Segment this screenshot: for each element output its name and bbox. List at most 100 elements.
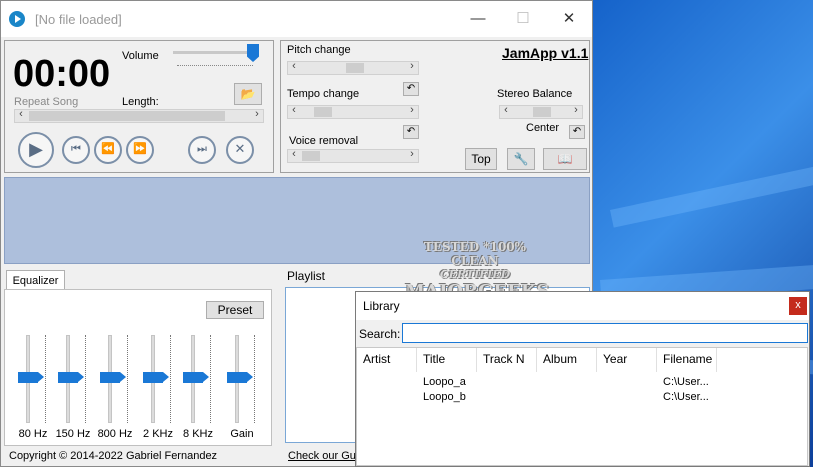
pitch-left-arrow[interactable]: ‹ bbox=[288, 60, 300, 72]
voice-label: Voice removal bbox=[289, 135, 359, 147]
voice-slider[interactable]: ‹ › bbox=[287, 148, 419, 163]
eq-slider-thumb[interactable] bbox=[18, 372, 44, 383]
tempo-left-arrow[interactable]: ‹ bbox=[288, 104, 300, 116]
seek-right-arrow[interactable]: › bbox=[251, 108, 263, 120]
seek-thumb[interactable] bbox=[29, 111, 225, 121]
stereo-thumb[interactable] bbox=[533, 107, 551, 117]
column-header[interactable]: Year bbox=[597, 348, 657, 372]
tempo-slider[interactable]: ‹ › bbox=[287, 104, 419, 119]
wrench-icon: 🔧 bbox=[513, 152, 529, 166]
eq-slider-thumb[interactable] bbox=[227, 372, 253, 383]
seek-left-arrow[interactable]: ‹ bbox=[15, 108, 27, 120]
book-icon: 📖 bbox=[557, 152, 573, 166]
help-button[interactable]: 📖 bbox=[543, 148, 587, 170]
library-body: Search: Artist Title Track N Album Year Filen… bbox=[356, 320, 809, 466]
tab-equalizer[interactable]: Equalizer bbox=[6, 270, 65, 290]
voice-thumb[interactable] bbox=[302, 151, 320, 161]
column-header[interactable]: Title bbox=[417, 348, 477, 372]
settings-button[interactable]: 🔧 bbox=[507, 148, 535, 170]
top-button[interactable]: Top bbox=[465, 148, 497, 170]
column-header[interactable]: Filename bbox=[657, 348, 717, 372]
title-cell: Loopo_a bbox=[423, 376, 466, 388]
folder-icon: 📂 bbox=[240, 87, 256, 101]
library-title-bar: Library x bbox=[356, 292, 809, 320]
skip-end-button[interactable]: ⏭ bbox=[188, 136, 216, 164]
library-title: Library bbox=[363, 299, 400, 313]
pitch-slider[interactable]: ‹ › bbox=[287, 60, 419, 75]
eq-slider-thumb[interactable] bbox=[183, 372, 209, 383]
eq-band-label: 2 KHz bbox=[143, 428, 173, 440]
library-list[interactable]: Artist Title Track N Album Year Filename Loop… bbox=[356, 347, 808, 466]
guide-link[interactable]: Check our Gui bbox=[288, 450, 358, 462]
close-button[interactable]: ✕ bbox=[554, 7, 584, 31]
search-label: Search: bbox=[359, 327, 401, 341]
rewind-icon: ⏪ bbox=[101, 143, 115, 155]
voice-right-arrow[interactable]: › bbox=[406, 148, 418, 160]
play-icon: ▶ bbox=[29, 139, 43, 159]
open-folder-button[interactable]: 📂 bbox=[234, 83, 262, 105]
search-input[interactable] bbox=[402, 323, 808, 343]
fast-forward-button[interactable]: ⏩ bbox=[126, 136, 154, 164]
controls-panel: Pitch change ‹ › JamApp v1.1 Tempo chang… bbox=[280, 40, 590, 173]
repeat-song-label[interactable]: Repeat Song bbox=[14, 96, 78, 108]
list-item[interactable]: Loopo_a C:\User... bbox=[357, 376, 807, 391]
watermark-line1: TESTED *100% CLEAN bbox=[423, 240, 527, 268]
maximize-button[interactable]: ☐ bbox=[508, 7, 538, 31]
volume-slider-track[interactable] bbox=[173, 51, 259, 54]
pitch-label: Pitch change bbox=[287, 44, 351, 56]
library-window: Library x Search: Artist Title Track N Albu… bbox=[355, 291, 810, 467]
play-button[interactable]: ▶ bbox=[18, 132, 54, 168]
tempo-thumb[interactable] bbox=[314, 107, 332, 117]
column-header[interactable]: Album bbox=[537, 348, 597, 372]
eq-slider-thumb[interactable] bbox=[100, 372, 126, 383]
time-display: 00:00 bbox=[13, 53, 111, 95]
skip-start-icon: ⏮ bbox=[71, 143, 81, 155]
eq-band-label: 8 KHz bbox=[183, 428, 213, 440]
brand-label: JamApp v1.1 bbox=[502, 45, 589, 61]
stop-button[interactable]: ✕ bbox=[226, 136, 254, 164]
rewind-button[interactable]: ⏪ bbox=[94, 136, 122, 164]
app-icon bbox=[9, 11, 25, 27]
column-header[interactable]: Artist bbox=[357, 348, 417, 372]
filename-cell: C:\User... bbox=[663, 376, 709, 388]
minimize-button[interactable]: — bbox=[463, 7, 493, 31]
volume-slider-thumb[interactable] bbox=[247, 44, 259, 62]
close-x-icon: ✕ bbox=[234, 141, 246, 156]
watermark-line2: CERTIFIED bbox=[439, 268, 511, 281]
eq-band-label: Gain bbox=[230, 428, 254, 440]
title-bar: [No file loaded] — ☐ ✕ bbox=[1, 1, 592, 37]
tempo-right-arrow[interactable]: › bbox=[406, 104, 418, 116]
window-title: [No file loaded] bbox=[35, 12, 122, 27]
library-close-button[interactable]: x bbox=[789, 297, 807, 315]
seek-bar[interactable]: ‹ › bbox=[14, 108, 264, 123]
eq-slider-thumb[interactable] bbox=[58, 372, 84, 383]
eq-band-label: 80 Hz bbox=[18, 428, 48, 440]
center-label: Center bbox=[526, 122, 560, 134]
pitch-thumb[interactable] bbox=[346, 63, 364, 73]
stereo-slider[interactable]: ‹ › bbox=[499, 104, 583, 119]
eq-band-label: 150 Hz bbox=[55, 428, 91, 440]
eq-band-label: 800 Hz bbox=[97, 428, 133, 440]
filename-cell: C:\User... bbox=[663, 391, 709, 403]
list-item[interactable]: Loopo_b C:\User... bbox=[357, 391, 807, 406]
playlist-title: Playlist bbox=[287, 269, 326, 283]
column-header[interactable]: Track N bbox=[477, 348, 537, 372]
preset-button[interactable]: Preset bbox=[206, 301, 264, 319]
stereo-reset-button[interactable]: ↶ bbox=[569, 125, 585, 139]
title-cell: Loopo_b bbox=[423, 391, 466, 403]
volume-ticks bbox=[177, 65, 253, 66]
pitch-right-arrow[interactable]: › bbox=[406, 60, 418, 72]
stereo-label: Stereo Balance bbox=[497, 88, 573, 100]
fast-forward-icon: ⏩ bbox=[133, 143, 147, 155]
stereo-right-arrow[interactable]: › bbox=[570, 104, 582, 116]
undo-icon: ↶ bbox=[406, 126, 416, 137]
voice-reset-button[interactable]: ↶ bbox=[403, 125, 419, 139]
eq-slider-thumb[interactable] bbox=[143, 372, 169, 383]
stereo-left-arrow[interactable]: ‹ bbox=[500, 104, 512, 116]
undo-icon: ↶ bbox=[572, 126, 582, 137]
voice-left-arrow[interactable]: ‹ bbox=[288, 148, 300, 160]
player-panel: 00:00 Volume 📂 Repeat Song Length: ‹ › ▶… bbox=[4, 40, 274, 173]
skip-start-button[interactable]: ⏮ bbox=[62, 136, 90, 164]
tempo-reset-button[interactable]: ↶ bbox=[403, 82, 419, 96]
skip-end-icon: ⏭ bbox=[197, 143, 207, 155]
